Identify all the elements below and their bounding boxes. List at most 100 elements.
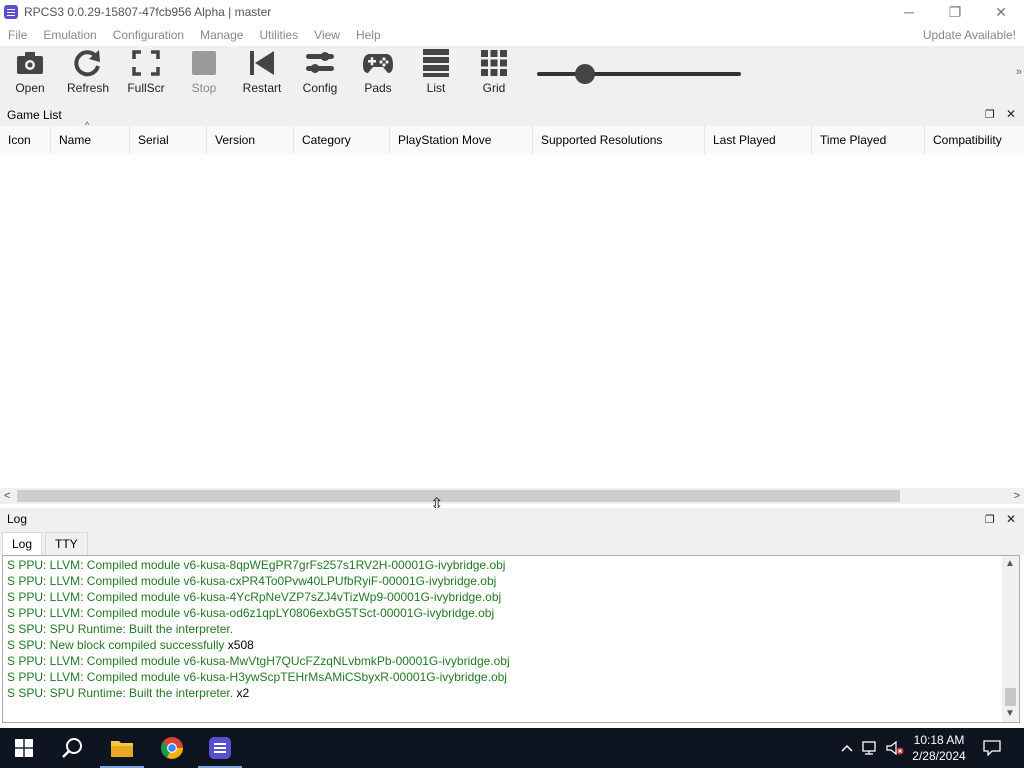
column-header-icon[interactable]: Icon [0, 126, 51, 154]
grid-icon [477, 48, 511, 78]
window-title: RPCS3 0.0.29-15807-47fcb956 Alpha | mast… [24, 5, 272, 19]
log-float-button[interactable]: ❐ [985, 513, 995, 526]
fullscreen-button[interactable]: FullScr [118, 48, 174, 102]
column-header-time-played[interactable]: Time Played [812, 126, 925, 154]
refresh-label: Refresh [66, 81, 110, 95]
sort-ascending-icon: ^ [85, 120, 90, 130]
open-label: Open [15, 81, 45, 95]
toolbar-overflow-button[interactable]: » [1016, 66, 1022, 78]
tab-log[interactable]: Log [2, 532, 43, 556]
minimize-button[interactable]: ─ [886, 0, 932, 24]
config-icon [303, 48, 337, 78]
icon-size-slider[interactable] [537, 72, 741, 76]
menu-help[interactable]: Help [348, 24, 389, 46]
stop-button[interactable]: Stop [176, 48, 232, 102]
menu-emulation[interactable]: Emulation [35, 24, 104, 46]
log-line: S PPU: LLVM: Compiled module v6-kusa-8qp… [7, 558, 506, 572]
scroll-left-arrow-icon[interactable]: < [4, 488, 10, 504]
list-icon [419, 48, 453, 78]
stop-icon [187, 48, 221, 78]
list-label: List [426, 81, 446, 95]
scroll-down-arrow-icon[interactable]: ▼ [1005, 708, 1015, 719]
restart-label: Restart [242, 81, 282, 95]
log-title: Log [7, 512, 28, 526]
config-label: Config [302, 81, 338, 95]
close-button[interactable]: ✕ [978, 0, 1024, 24]
log-line: S PPU: LLVM: Compiled module v6-kusa-od6… [7, 606, 495, 620]
refresh-button[interactable]: Refresh [60, 48, 116, 102]
network-icon[interactable] [860, 728, 882, 768]
log-vertical-scrollbar[interactable]: ▲ ▼ [1002, 556, 1019, 722]
menu-manage[interactable]: Manage [192, 24, 251, 46]
log-repeat-count: x508 [227, 638, 254, 652]
action-center-icon[interactable] [978, 728, 1006, 768]
game-list-close-button[interactable]: ✕ [1006, 107, 1016, 121]
search-icon[interactable] [48, 728, 96, 768]
vertical-scrollbar-thumb[interactable] [1005, 688, 1016, 706]
pads-label: Pads [364, 81, 392, 95]
volume-muted-icon[interactable] [884, 728, 906, 768]
window-controls: ─ ❐ ✕ [886, 0, 1024, 24]
column-header-version[interactable]: Version [207, 126, 294, 154]
grid-view-button[interactable]: Grid [466, 48, 522, 102]
fullscreen-label: FullScr [127, 81, 165, 95]
scroll-up-arrow-icon[interactable]: ▲ [1005, 558, 1015, 569]
open-button[interactable]: Open [2, 48, 58, 102]
log-output[interactable]: S PPU: LLVM: Compiled module v6-kusa-8qp… [2, 555, 1020, 723]
column-header-playstation-move[interactable]: PlayStation Move [390, 126, 533, 154]
column-header-name[interactable]: Name [51, 126, 130, 154]
update-available-link[interactable]: Update Available! [923, 24, 1016, 46]
log-line: S SPU: SPU Runtime: Built the interprete… [7, 686, 250, 700]
menu-file[interactable]: File [0, 24, 35, 46]
fullscreen-icon [129, 48, 163, 78]
list-view-button[interactable]: List [408, 48, 464, 102]
refresh-icon [71, 48, 105, 78]
log-line: S SPU: SPU Runtime: Built the interprete… [7, 622, 234, 636]
config-button[interactable]: Config [292, 48, 348, 102]
log-line: S PPU: LLVM: Compiled module v6-kusa-MwV… [7, 654, 510, 668]
log-close-button[interactable]: ✕ [1006, 512, 1016, 526]
gamepad-icon [361, 48, 395, 78]
windows-taskbar [0, 728, 1024, 768]
log-line: S PPU: LLVM: Compiled module v6-kusa-cxP… [7, 574, 497, 588]
column-header-serial[interactable]: Serial [130, 126, 207, 154]
log-line: S PPU: LLVM: Compiled module v6-kusa-H3y… [7, 670, 507, 684]
horizontal-scrollbar-thumb[interactable] [17, 490, 900, 502]
menu-configuration[interactable]: Configuration [105, 24, 192, 46]
column-header-last-played[interactable]: Last Played [705, 126, 812, 154]
column-header-supported-resolutions[interactable]: Supported Resolutions [533, 126, 705, 154]
taskbar-clock[interactable]: 10:18 AM 2/28/2024 [904, 732, 974, 764]
menu-utilities[interactable]: Utilities [251, 24, 306, 46]
log-repeat-count: x2 [236, 686, 250, 700]
restart-button[interactable]: Restart [234, 48, 290, 102]
column-header-category[interactable]: Category [294, 126, 390, 154]
tab-tty[interactable]: TTY [45, 532, 88, 556]
scroll-right-arrow-icon[interactable]: > [1014, 488, 1020, 504]
rpcs3-app-icon [4, 5, 18, 19]
restart-icon [245, 48, 279, 78]
clock-time: 10:18 AM [913, 733, 965, 747]
log-tab-bar: Log TTY [0, 530, 1024, 556]
camera-icon [13, 48, 47, 78]
game-list-float-button[interactable]: ❐ [985, 108, 995, 121]
log-dock-title: Log [0, 508, 1024, 530]
game-list-header: Icon Name Serial Version Category PlaySt… [0, 126, 1024, 154]
file-explorer-icon[interactable] [98, 728, 146, 768]
show-hidden-icons-icon[interactable] [838, 728, 856, 768]
rpcs3-icon[interactable] [196, 728, 244, 768]
menu-view[interactable]: View [306, 24, 348, 46]
title-bar: RPCS3 0.0.29-15807-47fcb956 Alpha | mast… [0, 0, 1024, 24]
windows-start-icon[interactable] [0, 728, 48, 768]
maximize-button[interactable]: ❐ [932, 0, 978, 24]
icon-size-slider-handle[interactable] [575, 64, 595, 84]
game-list-dock-title: Game List [0, 104, 1024, 126]
chrome-icon[interactable] [148, 728, 196, 768]
grid-label: Grid [482, 81, 506, 95]
main-toolbar: Open Refresh FullScr Stop Restart Config [0, 46, 1024, 104]
log-line: S PPU: LLVM: Compiled module v6-kusa-4Yc… [7, 590, 502, 604]
game-list-horizontal-scrollbar[interactable]: < > [0, 488, 1024, 504]
game-list-title: Game List [7, 108, 62, 122]
game-list-table[interactable] [0, 154, 1024, 488]
pads-button[interactable]: Pads [350, 48, 406, 102]
column-header-compatibility[interactable]: Compatibility [925, 126, 1024, 154]
